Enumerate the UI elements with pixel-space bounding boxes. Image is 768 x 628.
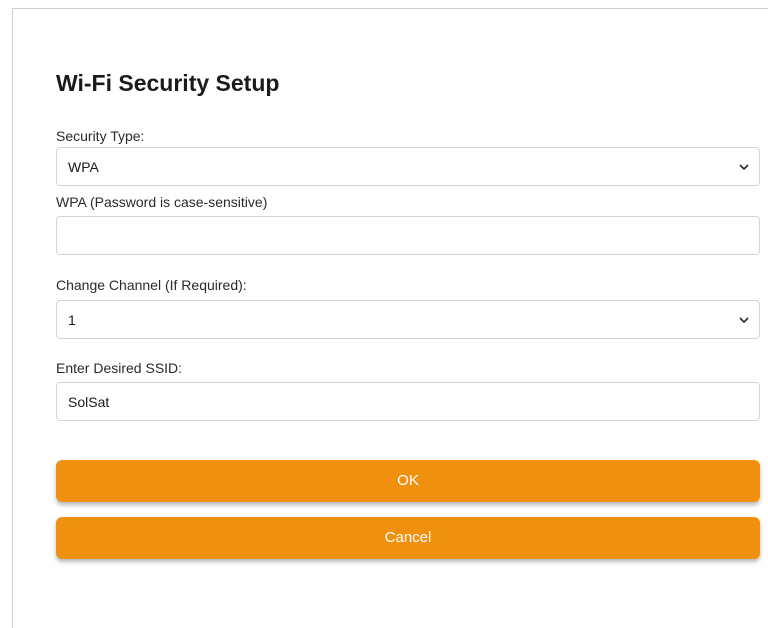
security-type-select[interactable]: WPA	[56, 147, 760, 186]
security-type-label: Security Type:	[56, 128, 145, 144]
chevron-down-icon	[739, 317, 749, 323]
password-label: WPA (Password is case-sensitive)	[56, 194, 268, 210]
ssid-label: Enter Desired SSID:	[56, 360, 183, 376]
channel-select[interactable]: 1	[56, 300, 760, 339]
channel-label: Change Channel (If Required):	[56, 277, 247, 293]
ssid-input[interactable]: SolSat	[56, 382, 760, 421]
channel-value: 1	[68, 312, 76, 328]
cancel-button[interactable]: Cancel	[56, 517, 760, 559]
wifi-security-dialog: × Wi-Fi Security Setup Security Type: WP…	[12, 8, 768, 628]
ok-button[interactable]: OK	[56, 460, 760, 502]
password-input[interactable]	[56, 216, 760, 255]
security-type-value: WPA	[68, 159, 99, 175]
chevron-down-icon	[739, 164, 749, 170]
dialog-title: Wi-Fi Security Setup	[56, 70, 280, 96]
ssid-value: SolSat	[68, 394, 110, 410]
